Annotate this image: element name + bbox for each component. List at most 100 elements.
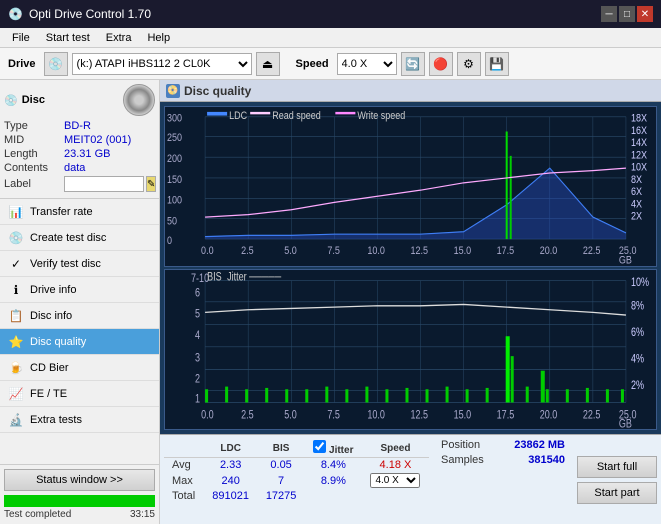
- disc-section-icon: 💿: [4, 94, 18, 107]
- sidebar-item-disc-quality[interactable]: ⭐ Disc quality: [0, 329, 159, 355]
- sidebar: 💿 Disc Type BD-R MID MEIT02 (001) Length…: [0, 80, 160, 524]
- length-value: 23.31 GB: [64, 148, 110, 160]
- progress-bar-container: [4, 495, 155, 507]
- eject-button[interactable]: ⏏: [256, 52, 280, 76]
- svg-text:2.5: 2.5: [241, 245, 254, 257]
- svg-text:18X: 18X: [631, 113, 647, 125]
- sidebar-item-drive-info[interactable]: ℹ Drive info: [0, 277, 159, 303]
- svg-text:3: 3: [195, 351, 200, 365]
- nav-label-transfer-rate: Transfer rate: [30, 206, 93, 218]
- svg-text:6%: 6%: [631, 326, 645, 340]
- status-text: Test completed: [4, 509, 71, 520]
- save-button[interactable]: 💾: [485, 52, 509, 76]
- svg-text:10X: 10X: [631, 162, 647, 174]
- menu-help[interactable]: Help: [139, 30, 178, 46]
- svg-text:BIS: BIS: [207, 270, 222, 284]
- stats-col-jitter-check[interactable]: Jitter: [305, 439, 362, 458]
- create-test-disc-icon: 💿: [8, 230, 24, 246]
- speed-select-cell[interactable]: 4.0 X: [362, 472, 429, 489]
- label-input[interactable]: [64, 176, 144, 192]
- verify-test-disc-icon: ✓: [8, 256, 24, 272]
- svg-text:0.0: 0.0: [201, 408, 214, 422]
- jitter-checkbox[interactable]: [313, 440, 326, 453]
- settings-button[interactable]: ⚙: [457, 52, 481, 76]
- svg-text:6X: 6X: [631, 186, 642, 198]
- svg-text:20.0: 20.0: [540, 245, 558, 257]
- stats-speed-select[interactable]: 4.0 X: [370, 473, 420, 488]
- avg-ldc: 2.33: [204, 458, 258, 473]
- svg-text:17.5: 17.5: [497, 408, 515, 422]
- fe-te-icon: 📈: [8, 386, 24, 402]
- sidebar-item-verify-test-disc[interactable]: ✓ Verify test disc: [0, 251, 159, 277]
- start-full-button[interactable]: Start full: [577, 456, 657, 478]
- menu-file[interactable]: File: [4, 30, 38, 46]
- svg-text:250: 250: [167, 132, 182, 144]
- stats-col-speed: Speed: [362, 439, 429, 458]
- nav-label-create-test-disc: Create test disc: [30, 232, 106, 244]
- nav-label-drive-info: Drive info: [30, 284, 76, 296]
- status-window-button[interactable]: Status window >>: [4, 469, 155, 491]
- svg-text:8%: 8%: [631, 300, 645, 314]
- avg-label: Avg: [164, 458, 204, 473]
- label-label: Label: [4, 178, 64, 190]
- menu-extra[interactable]: Extra: [98, 30, 140, 46]
- burn-button[interactable]: 🔴: [429, 52, 453, 76]
- contents-label: Contents: [4, 162, 64, 174]
- main-layout: 💿 Disc Type BD-R MID MEIT02 (001) Length…: [0, 80, 661, 524]
- progress-bar-fill: [4, 495, 155, 507]
- nav-label-verify-test-disc: Verify test disc: [30, 258, 101, 270]
- nav-label-disc-quality: Disc quality: [30, 336, 86, 348]
- stats-max-row: Max 240 7 8.9% 4.0 X: [164, 472, 429, 489]
- sidebar-item-cd-bier[interactable]: 🍺 CD Bier: [0, 355, 159, 381]
- maximize-button[interactable]: □: [619, 6, 635, 22]
- svg-text:5: 5: [195, 308, 200, 322]
- bis-jitter-chart-svg: 1 2 3 4 5 6 7-10 10% 8% 6% 4% 2% 0.0 2.5: [165, 270, 656, 429]
- type-value: BD-R: [64, 120, 91, 132]
- sidebar-item-extra-tests[interactable]: 🔬 Extra tests: [0, 407, 159, 433]
- ldc-chart-svg: 0 50 100 150 200 250 300 18X 16X 14X 12X…: [165, 107, 656, 266]
- stats-col-empty: [164, 439, 204, 458]
- speed-select[interactable]: 4.0 X: [337, 53, 397, 75]
- charts-container: 0 50 100 150 200 250 300 18X 16X 14X 12X…: [160, 102, 661, 434]
- svg-text:17.5: 17.5: [497, 245, 515, 257]
- total-bis: 17275: [257, 489, 304, 503]
- svg-text:Read speed: Read speed: [272, 110, 321, 122]
- minimize-button[interactable]: ─: [601, 6, 617, 22]
- svg-text:0.0: 0.0: [201, 245, 214, 257]
- nav-label-fe-te: FE / TE: [30, 388, 67, 400]
- drive-icon-button[interactable]: 💿: [44, 52, 68, 76]
- svg-text:7.5: 7.5: [327, 245, 340, 257]
- svg-text:22.5: 22.5: [583, 408, 601, 422]
- svg-text:4%: 4%: [631, 353, 645, 367]
- action-buttons: Start full Start part: [573, 435, 661, 524]
- toolbar: Drive 💿 (k:) ATAPI iHBS112 2 CL0K ⏏ Spee…: [0, 48, 661, 80]
- drive-info-icon: ℹ: [8, 282, 24, 298]
- start-part-button[interactable]: Start part: [577, 482, 657, 504]
- max-jitter: 8.9%: [305, 472, 362, 489]
- max-label: Max: [164, 472, 204, 489]
- svg-text:100: 100: [167, 195, 182, 207]
- svg-text:4X: 4X: [631, 199, 642, 211]
- samples-label: Samples: [441, 454, 484, 466]
- refresh-button[interactable]: 🔄: [401, 52, 425, 76]
- svg-text:14X: 14X: [631, 137, 647, 149]
- sidebar-item-fe-te[interactable]: 📈 FE / TE: [0, 381, 159, 407]
- svg-text:4: 4: [195, 329, 200, 343]
- speed-position-section: Position 23862 MB Samples 381540: [433, 435, 573, 524]
- svg-text:2%: 2%: [631, 379, 645, 393]
- sidebar-item-transfer-rate[interactable]: 📊 Transfer rate: [0, 199, 159, 225]
- label-button[interactable]: ✎: [146, 176, 156, 192]
- svg-text:6: 6: [195, 286, 200, 300]
- svg-text:15.0: 15.0: [454, 408, 472, 422]
- menu-start-test[interactable]: Start test: [38, 30, 98, 46]
- sidebar-item-create-test-disc[interactable]: 💿 Create test disc: [0, 225, 159, 251]
- app-icon: 💿: [8, 7, 23, 21]
- sidebar-item-disc-info[interactable]: 📋 Disc info: [0, 303, 159, 329]
- length-label: Length: [4, 148, 64, 160]
- drive-select[interactable]: (k:) ATAPI iHBS112 2 CL0K: [72, 53, 252, 75]
- close-button[interactable]: ✕: [637, 6, 653, 22]
- bis-jitter-chart-panel: 1 2 3 4 5 6 7-10 10% 8% 6% 4% 2% 0.0 2.5: [164, 269, 657, 430]
- status-time: 33:15: [130, 509, 155, 520]
- stats-col-bis: BIS: [257, 439, 304, 458]
- svg-text:16X: 16X: [631, 125, 647, 137]
